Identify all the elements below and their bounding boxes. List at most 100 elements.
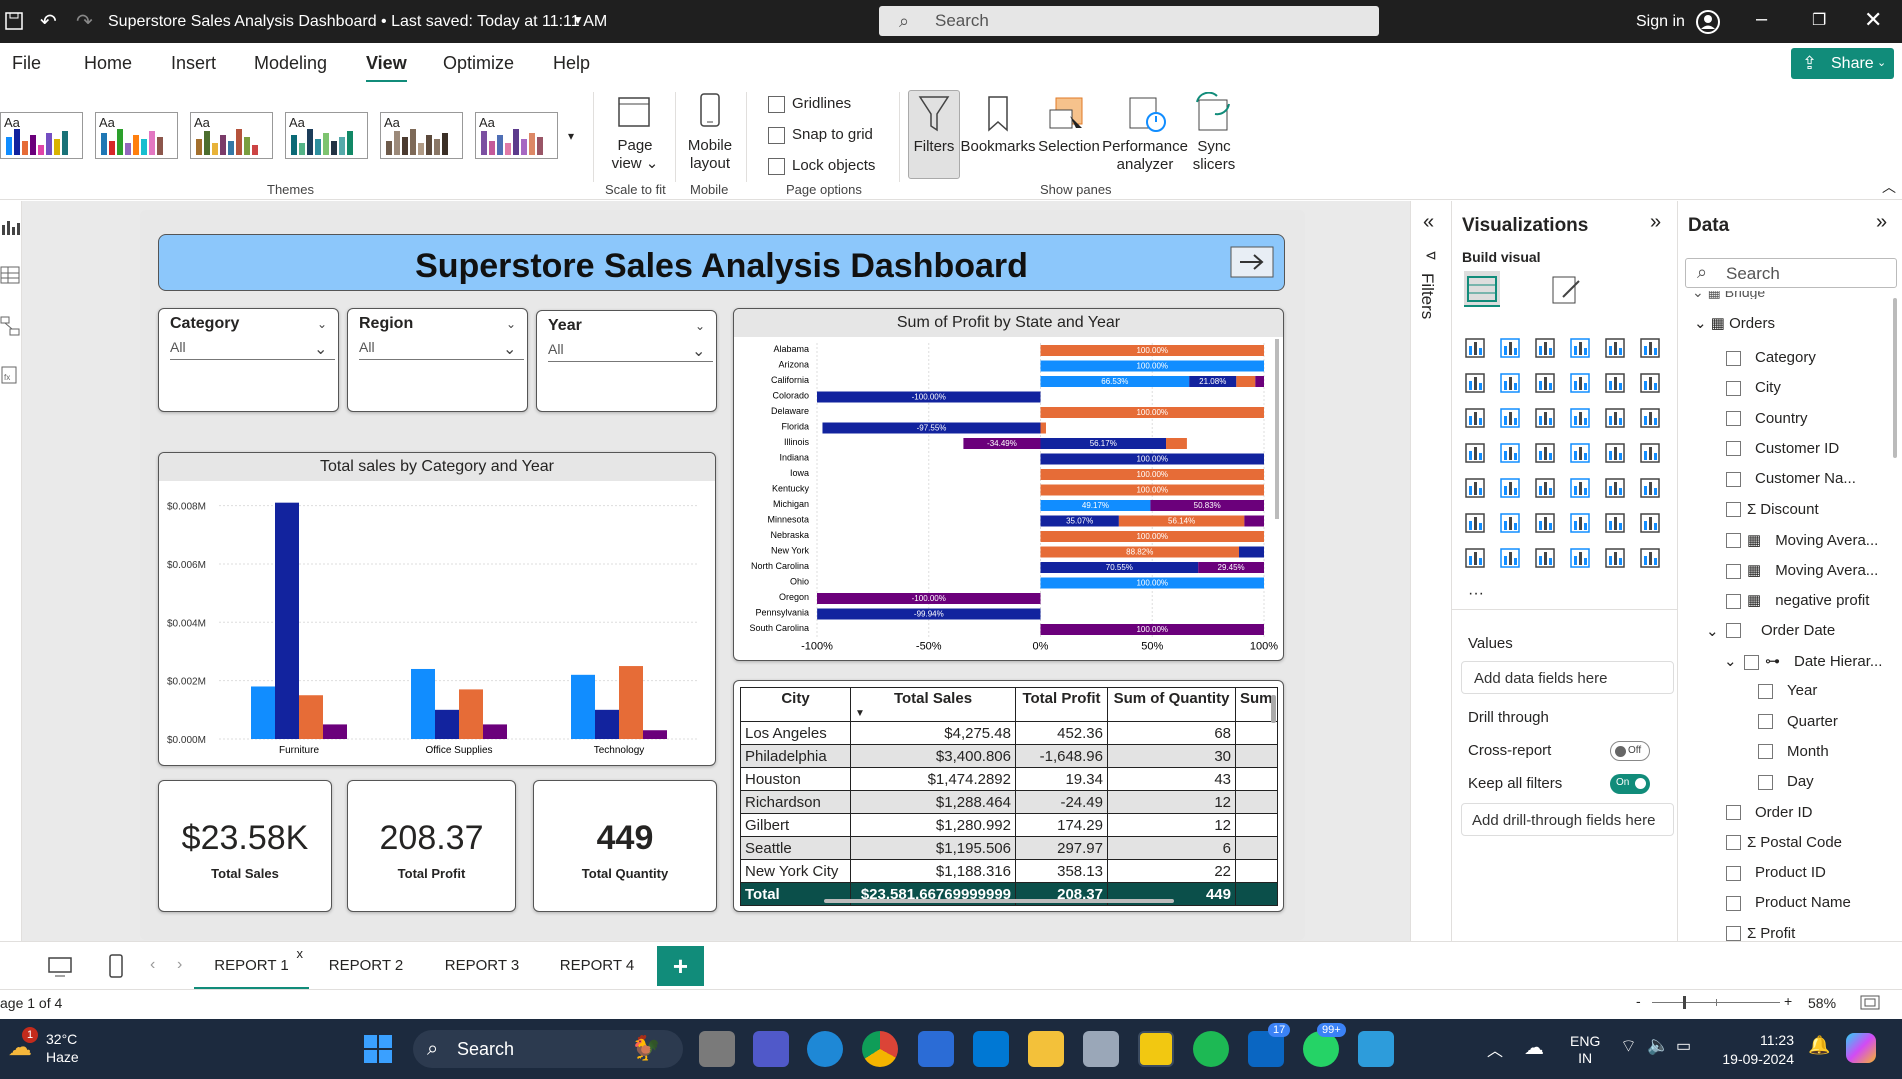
search-input[interactable]: ⌕ Search — [879, 6, 1379, 36]
build-visual-tab[interactable] — [1464, 271, 1500, 307]
field-item[interactable]: Product ID — [1726, 864, 1826, 881]
col-header-quantity[interactable]: Sum of Quantity — [1107, 687, 1236, 722]
photos-icon[interactable] — [1358, 1031, 1394, 1067]
theme-swatch-2[interactable]: Aa — [95, 112, 178, 159]
tab-report-4[interactable]: REPORT 4 — [547, 942, 647, 990]
notification-icon[interactable]: 🔔 — [1808, 1035, 1830, 1056]
power-apps-visual-icon[interactable] — [1498, 546, 1522, 570]
field-item[interactable]: Day — [1758, 773, 1814, 790]
menu-help[interactable]: Help — [553, 53, 590, 74]
menu-insert[interactable]: Insert — [171, 53, 216, 74]
qa-visual-icon[interactable] — [1568, 511, 1592, 535]
slicer-category-value[interactable]: All — [170, 339, 335, 360]
line-column-visual-icon[interactable] — [1603, 371, 1627, 395]
card-visual-icon[interactable] — [1638, 441, 1662, 465]
language-indicator[interactable]: ENG IN — [1570, 1033, 1600, 1067]
profit-by-state-chart[interactable]: Sum of Profit by State and Year -100% -50… — [733, 308, 1284, 661]
table-view-icon[interactable] — [0, 265, 20, 285]
field-item[interactable]: Category — [1726, 349, 1816, 366]
field-checkbox[interactable] — [1758, 774, 1773, 790]
field-checkbox[interactable] — [1726, 471, 1741, 487]
treemap-visual-icon[interactable] — [1463, 441, 1487, 465]
app-icon[interactable] — [1083, 1031, 1119, 1067]
performance-analyzer-button[interactable]: Performance analyzer — [1100, 138, 1190, 174]
edge-icon[interactable] — [807, 1031, 843, 1067]
chevron-down-icon[interactable]: ▼ — [572, 13, 584, 27]
field-item[interactable]: Σ Discount — [1726, 501, 1819, 518]
values-drop-well[interactable]: Add data fields here — [1461, 661, 1674, 694]
menu-home[interactable]: Home — [84, 53, 132, 74]
clock[interactable]: 11:23 19-09-2024 — [1718, 1031, 1794, 1069]
line-visual-icon[interactable] — [1463, 371, 1487, 395]
collapse-pane-icon[interactable]: » — [1876, 211, 1887, 234]
slicer-category[interactable]: Category ⌄ All ⌄ — [158, 308, 339, 412]
matrix-visual-icon[interactable] — [1603, 476, 1627, 500]
performance-analyzer-icon[interactable] — [1128, 94, 1168, 134]
sync-slicers-button[interactable]: Sync slicers — [1186, 138, 1242, 174]
field-checkbox[interactable] — [1726, 623, 1741, 639]
dropdown-icon[interactable]: ⌄ — [692, 341, 705, 361]
horizontal-scrollbar[interactable] — [824, 899, 1174, 903]
slicer-year-value[interactable]: All — [548, 341, 713, 362]
selection-icon[interactable] — [1048, 94, 1088, 134]
field-checkbox[interactable] — [1726, 563, 1741, 579]
ribbon-visual-icon[interactable] — [1463, 406, 1487, 430]
field-checkbox[interactable] — [1758, 714, 1773, 730]
menu-view[interactable]: View — [366, 53, 407, 83]
slicer-year[interactable]: Year ⌄ All ⌄ — [536, 310, 717, 412]
tab-report-2[interactable]: REPORT 2 — [316, 942, 416, 990]
sync-slicers-icon[interactable] — [1193, 92, 1233, 134]
weather-widget[interactable]: ☁ 1 32°C Haze — [8, 1027, 108, 1069]
field-checkbox[interactable] — [1744, 654, 1759, 670]
restore-icon[interactable]: ❐ — [1812, 10, 1826, 30]
filled-map-visual-icon[interactable] — [1533, 441, 1557, 465]
table-row[interactable]: Philadelphia $3,400.806 -1,648.96 30 — [740, 744, 1278, 768]
vscode-icon[interactable] — [973, 1031, 1009, 1067]
data-pane-scrollbar[interactable] — [1893, 298, 1897, 458]
field-item[interactable]: Product Name — [1726, 894, 1851, 911]
gridlines-checkbox[interactable]: Gridlines — [768, 95, 851, 113]
kpi-total-sales[interactable]: $23.58K Total Sales — [158, 780, 332, 912]
whatsapp-icon[interactable]: 99+ — [1303, 1023, 1346, 1067]
page-view-icon[interactable] — [616, 94, 652, 130]
tab-next-icon[interactable]: › — [177, 956, 182, 974]
zoom-out-icon[interactable]: - — [1636, 993, 1641, 1009]
donut-visual-icon[interactable] — [1638, 406, 1662, 430]
user-avatar-icon[interactable] — [1695, 9, 1721, 35]
gauge-visual-icon[interactable] — [1603, 441, 1627, 465]
field-checkbox[interactable] — [1726, 895, 1741, 911]
funnel-visual-icon[interactable] — [1533, 406, 1557, 430]
bookmarks-button[interactable]: Bookmarks — [960, 138, 1036, 156]
field-item[interactable]: Year — [1758, 682, 1817, 699]
field-item[interactable]: Month — [1758, 743, 1829, 760]
r-visual-visual-icon[interactable] — [1638, 476, 1662, 500]
task-view-icon[interactable] — [699, 1031, 735, 1067]
data-search-input[interactable]: ⌕ Search — [1685, 258, 1897, 288]
shapes-visual-icon[interactable] — [1603, 546, 1627, 570]
table-row[interactable]: Seattle $1,195.506 297.97 6 — [740, 836, 1278, 860]
close-tab-icon[interactable]: x — [297, 930, 304, 978]
desktop-view-icon[interactable] — [47, 956, 73, 978]
tab-report-1[interactable]: REPORT 1x — [194, 942, 309, 990]
narrative-visual-icon[interactable] — [1638, 546, 1662, 570]
field-item[interactable]: Order ID — [1726, 804, 1813, 821]
format-visual-tab-icon[interactable] — [1549, 273, 1583, 307]
collapse-ribbon-icon[interactable]: ︿ — [1882, 177, 1896, 197]
line-clustered-column-visual-icon[interactable] — [1638, 371, 1662, 395]
clustered-column-visual-icon[interactable] — [1568, 336, 1592, 360]
dax-query-icon[interactable]: fx — [0, 365, 20, 385]
field-checkbox[interactable] — [1726, 835, 1741, 851]
slicer-visual-icon[interactable] — [1533, 476, 1557, 500]
field-checkbox[interactable] — [1726, 380, 1741, 396]
volume-icon[interactable]: 🔈 — [1647, 1035, 1669, 1056]
field-item[interactable]: Customer Na... — [1726, 470, 1856, 487]
chevron-down-icon[interactable]: ⌄ — [317, 317, 327, 331]
windows-start-icon[interactable] — [364, 1035, 394, 1065]
stacked-area-visual-icon[interactable] — [1533, 371, 1557, 395]
field-item[interactable]: ▦ Moving Avera... — [1726, 561, 1878, 579]
filters-pane-collapsed[interactable]: « ⊲ Filters — [1410, 201, 1450, 941]
power-automate-visual-icon[interactable] — [1533, 546, 1557, 570]
theme-swatch-5[interactable]: Aa — [380, 112, 463, 159]
model-view-icon[interactable] — [0, 315, 20, 337]
metrics-visual-icon[interactable] — [1568, 546, 1592, 570]
